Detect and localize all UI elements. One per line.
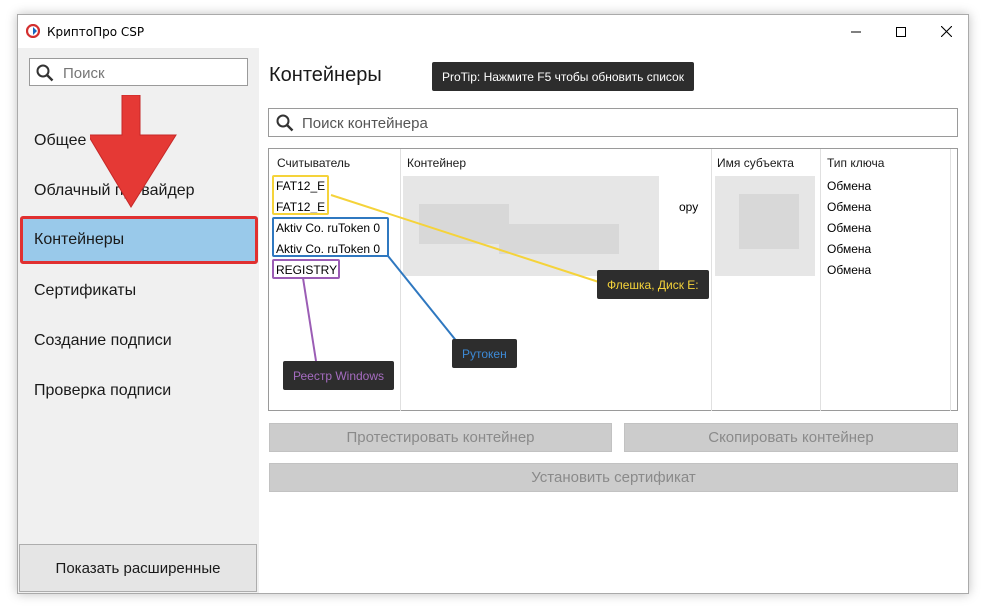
redacted-area bbox=[739, 194, 799, 249]
flash-highlight-box bbox=[272, 175, 329, 215]
close-button[interactable] bbox=[923, 15, 968, 48]
container-search-placeholder: Поиск контейнера bbox=[302, 115, 428, 132]
sidebar-item-general[interactable]: Общее bbox=[34, 132, 86, 150]
sidebar-item-verify-signature[interactable]: Проверка подписи bbox=[34, 382, 171, 400]
column-header-key-type[interactable]: Тип ключа bbox=[827, 156, 884, 170]
registry-highlight-box bbox=[272, 259, 340, 279]
minimize-button[interactable] bbox=[833, 15, 879, 48]
cryptopro-logo-icon bbox=[26, 24, 40, 38]
table-row-key-type[interactable]: Обмена bbox=[827, 221, 871, 235]
column-divider bbox=[950, 149, 951, 411]
page-title: Контейнеры bbox=[269, 64, 382, 86]
red-arrow-icon bbox=[90, 95, 177, 208]
container-search-input[interactable]: Поиск контейнера bbox=[268, 108, 958, 137]
table-row-key-type[interactable]: Обмена bbox=[827, 179, 871, 193]
sidebar-item-create-signature[interactable]: Создание подписи bbox=[34, 332, 172, 350]
flash-drive-label: Флешка, Диск E: bbox=[597, 270, 709, 299]
column-divider bbox=[400, 149, 401, 411]
table-row-key-type[interactable]: Обмена bbox=[827, 200, 871, 214]
test-container-button[interactable]: Протестировать контейнер bbox=[269, 423, 612, 452]
table-row-container[interactable]: ору bbox=[679, 200, 698, 214]
sidebar-search-placeholder: Поиск bbox=[63, 65, 105, 82]
rutoken-label: Рутокен bbox=[452, 339, 517, 368]
windows-registry-label: Реестр Windows bbox=[283, 361, 395, 390]
minimize-icon bbox=[851, 31, 861, 32]
copy-container-button[interactable]: Скопировать контейнер bbox=[624, 423, 958, 452]
close-icon bbox=[940, 26, 952, 37]
redacted-area bbox=[499, 224, 619, 254]
maximize-button[interactable] bbox=[878, 15, 924, 48]
window-title: КриптоПро CSP bbox=[47, 25, 145, 39]
show-advanced-button[interactable]: Показать расширенные bbox=[19, 544, 257, 592]
sidebar-search-input[interactable]: Поиск bbox=[29, 58, 248, 86]
rutoken-highlight-box bbox=[272, 217, 389, 257]
protip-tooltip: ProTip: Нажмите F5 чтобы обновить список bbox=[432, 62, 694, 91]
column-header-subject[interactable]: Имя субъекта bbox=[717, 156, 794, 170]
table-row-key-type[interactable]: Обмена bbox=[827, 242, 871, 256]
column-header-container[interactable]: Контейнер bbox=[407, 156, 466, 170]
search-icon bbox=[36, 64, 54, 82]
table-row-key-type[interactable]: Обмена bbox=[827, 263, 871, 277]
maximize-icon bbox=[896, 26, 906, 37]
app-window: КриптоПро CSP Поиск Общее Облачный прова… bbox=[17, 14, 969, 594]
title-bar: КриптоПро CSP bbox=[18, 15, 968, 48]
column-header-reader[interactable]: Считыватель bbox=[277, 156, 350, 170]
column-divider bbox=[820, 149, 821, 411]
sidebar-item-label: Контейнеры bbox=[34, 231, 125, 248]
sidebar-item-certificates[interactable]: Сертификаты bbox=[34, 282, 136, 300]
install-certificate-button[interactable]: Установить сертификат bbox=[269, 463, 958, 492]
search-icon bbox=[276, 114, 294, 132]
column-divider bbox=[711, 149, 712, 411]
sidebar-item-containers[interactable]: Контейнеры bbox=[20, 216, 258, 264]
redacted-area bbox=[419, 204, 509, 244]
